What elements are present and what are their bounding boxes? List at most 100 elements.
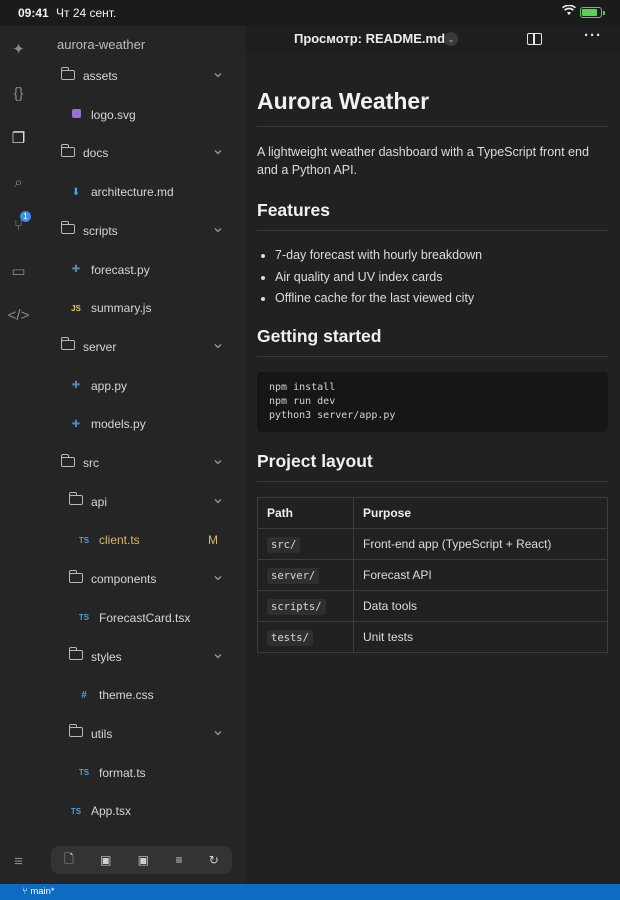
column-header: Path — [257, 497, 354, 529]
folder-icon — [68, 647, 84, 663]
tree-folder[interactable]: server — [37, 336, 246, 358]
tab-title[interactable]: Просмотр: README.md — [294, 31, 445, 46]
markdown-preview: Aurora Weather A lightweight weather das… — [246, 54, 620, 884]
tree-item-label: format.ts — [99, 765, 146, 780]
tree-item-label: server — [83, 339, 117, 354]
git-branch[interactable]: ⑂ main* — [22, 886, 55, 897]
markdown-icon: ⬇ — [71, 186, 81, 198]
system-status-bar: 09:41 Чт 24 сент. — [0, 0, 620, 26]
python-icon: ✚ — [71, 380, 81, 392]
files-icon[interactable]: ❐ — [6, 125, 31, 150]
tree-item-label: logo.svg — [91, 107, 136, 122]
battery-icon — [580, 7, 605, 18]
chevron-down-icon[interactable] — [213, 224, 223, 238]
column-header: Purpose — [353, 497, 608, 529]
tree-file[interactable]: JS summary.js — [37, 297, 246, 319]
braces-icon[interactable]: {} — [6, 81, 31, 106]
folder-icon — [60, 337, 76, 353]
modified-badge: M — [208, 533, 218, 548]
tree-file[interactable]: TS client.ts M — [37, 529, 246, 551]
settings-sliders-icon[interactable]: ≡ — [6, 849, 31, 874]
sparkle-icon[interactable]: ✦ — [6, 36, 31, 61]
folder-icon — [68, 569, 84, 586]
refresh-icon[interactable]: ↻ — [209, 853, 219, 867]
tree-file[interactable]: TS ForecastCard.tsx — [37, 607, 246, 629]
table-cell: Forecast API — [353, 559, 608, 591]
list-item: 7-day forecast with hourly breakdown — [275, 246, 482, 268]
tree-item-label: scripts — [83, 223, 118, 238]
more-actions-icon[interactable]: ··· — [584, 27, 602, 44]
tree-file[interactable]: TS App.tsx — [37, 800, 246, 822]
split-editor-icon[interactable] — [527, 33, 542, 45]
folder-icon — [60, 66, 76, 83]
tree-file[interactable]: ✚ models.py — [37, 413, 246, 435]
date: Чт 24 сент. — [56, 6, 117, 20]
tree-folder[interactable]: components — [37, 568, 246, 590]
chevron-down-icon[interactable]: ⌄ — [444, 32, 458, 46]
tree-item-label: client.ts — [99, 533, 140, 548]
tree-item-label: src — [83, 456, 99, 470]
chevron-down-icon[interactable] — [213, 69, 223, 83]
code-icon[interactable]: </> — [6, 303, 31, 328]
branch-name: main* — [30, 886, 55, 897]
wifi-icon — [562, 4, 576, 19]
typescript-icon: TS — [78, 535, 90, 545]
intro-paragraph: A lightweight weather dashboard with a T… — [257, 145, 589, 177]
folder-icon — [68, 492, 84, 508]
search-icon[interactable]: ⌕ — [6, 170, 31, 195]
tree-item-label: summary.js — [91, 301, 152, 316]
new-file-icon[interactable]: 🗋 — [64, 850, 74, 871]
table-cell: tests/ — [257, 621, 354, 653]
tree-folder[interactable]: scripts — [37, 220, 246, 242]
tree-file[interactable]: ⬇ architecture.md — [37, 181, 246, 203]
tree-file[interactable]: TS format.ts — [37, 762, 246, 784]
tree-item-label: theme.css — [99, 688, 154, 703]
source-control-icon[interactable]: ⑂ 1 — [6, 211, 31, 238]
remote-monitor-icon[interactable]: ▭ — [6, 258, 31, 283]
divider — [257, 481, 608, 482]
tree-folder[interactable]: api — [37, 491, 246, 513]
chevron-down-icon[interactable] — [213, 650, 223, 664]
typescript-icon: TS — [70, 806, 82, 816]
tree-folder[interactable]: src — [37, 452, 246, 474]
tree-item-label: ForecastCard.tsx — [99, 610, 191, 625]
tree-item-label: api — [91, 494, 108, 509]
editor-header: Просмотр: README.md ⌄ ··· — [246, 26, 620, 54]
list-item: Offline cache for the last viewed city — [275, 289, 482, 311]
folder-settings-icon[interactable]: ▣ — [138, 853, 149, 867]
tree-item-label: docs — [83, 146, 109, 161]
tree-file[interactable]: ✚ forecast.py — [37, 259, 246, 281]
table-header-row: Path Purpose — [257, 497, 608, 529]
sort-icon[interactable]: ≡ — [175, 853, 182, 867]
tree-folder[interactable]: styles — [37, 646, 246, 668]
tree-item-label: components — [91, 572, 157, 587]
chevron-down-icon[interactable] — [213, 727, 223, 741]
project-layout-table: Path Purpose src/ Front-end app (TypeScr… — [257, 497, 608, 653]
chevron-down-icon[interactable] — [213, 495, 223, 509]
explorer-sidebar: aurora-weather assets logo.svg docs ⬇ archit… — [37, 26, 246, 884]
chevron-down-icon[interactable] — [213, 340, 223, 354]
table-row: src/ Front-end app (TypeScript + React) — [257, 528, 608, 560]
tree-file[interactable]: # theme.css — [37, 684, 246, 706]
tree-file[interactable]: logo.svg — [37, 104, 246, 126]
path-code: src/ — [267, 537, 301, 553]
code-block: npm install npm run dev python3 server/a… — [257, 372, 608, 432]
tree-folder[interactable]: docs — [37, 142, 246, 164]
new-folder-icon[interactable]: ▣ — [100, 853, 111, 867]
features-heading: Features — [257, 200, 330, 220]
folder-icon — [60, 453, 76, 470]
divider — [257, 126, 608, 127]
path-code: scripts/ — [267, 599, 326, 615]
javascript-icon: JS — [71, 303, 81, 313]
folder-icon — [60, 143, 76, 160]
tree-file[interactable]: ✚ app.py — [37, 375, 246, 397]
chevron-down-icon[interactable] — [213, 572, 223, 586]
list-item: Air quality and UV index cards — [275, 268, 482, 290]
clock: 09:41 — [18, 6, 49, 20]
chevron-down-icon[interactable] — [213, 456, 223, 470]
tree-folder[interactable]: utils — [37, 723, 246, 745]
tree-item-label: app.py — [91, 378, 128, 393]
chevron-down-icon[interactable] — [213, 146, 223, 160]
table-row: tests/ Unit tests — [257, 621, 608, 653]
tree-folder[interactable]: assets — [37, 65, 246, 87]
